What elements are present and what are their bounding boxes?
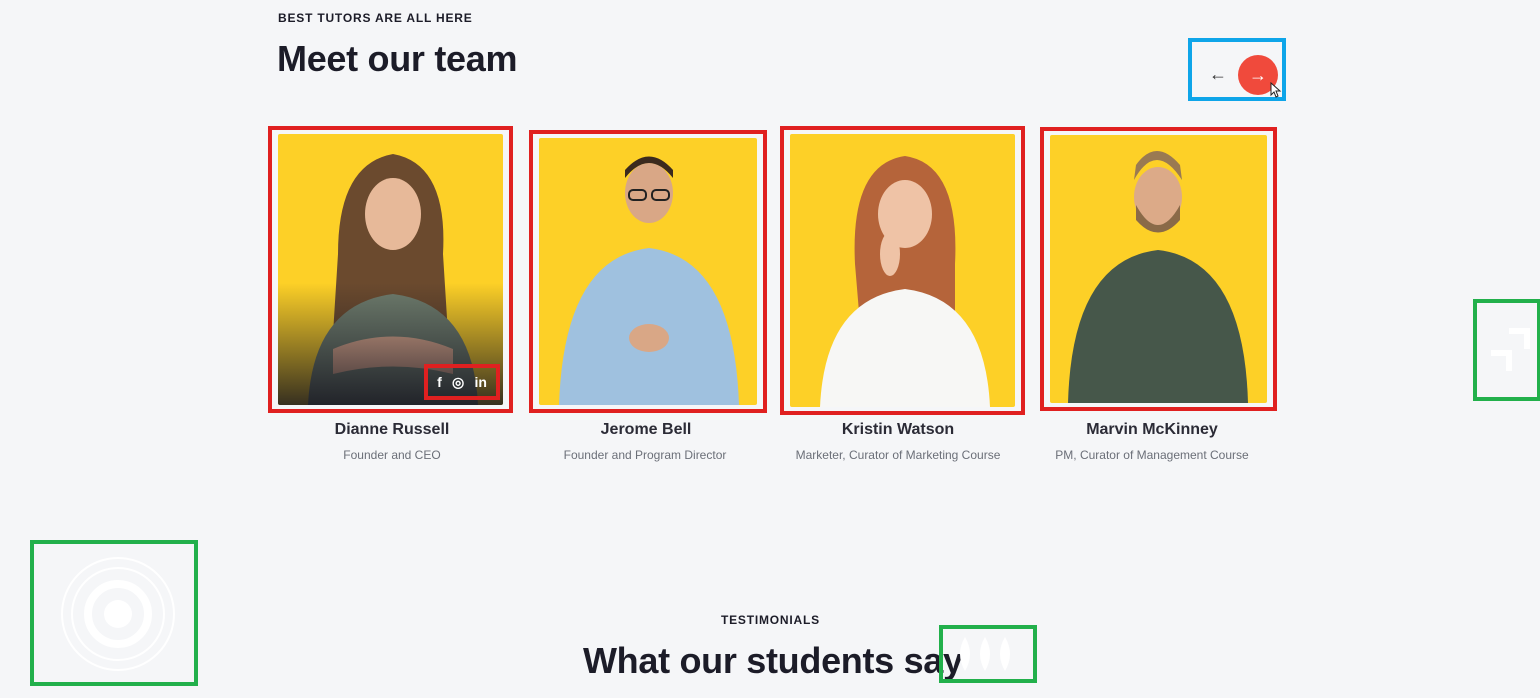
person-photo <box>1068 151 1248 403</box>
person-photo <box>820 156 990 407</box>
team-card-jerome[interactable] <box>529 130 767 413</box>
testimonials-eyebrow: TESTIMONIALS <box>721 613 820 627</box>
member-name: Kristin Watson <box>841 421 955 438</box>
team-title: Meet our team <box>277 38 518 79</box>
team-card-marvin[interactable] <box>1040 127 1277 411</box>
team-photo <box>790 134 1015 407</box>
decor-right-box <box>1473 299 1540 401</box>
decor-left-box <box>30 540 198 686</box>
linkedin-icon[interactable]: in <box>474 375 486 389</box>
decor-quote-box <box>939 625 1037 683</box>
member-role: Marketer, Curator of Marketing Course <box>795 448 1001 462</box>
person-photo <box>559 156 739 405</box>
team-card-dianne[interactable]: f ◎ in <box>268 126 513 413</box>
member-name: Dianne Russell <box>334 421 450 438</box>
social-links: f ◎ in <box>424 364 500 400</box>
testimonials-title: What our students say <box>583 640 963 681</box>
team-eyebrow: BEST TUTORS ARE ALL HERE <box>278 11 473 25</box>
team-card-kristin[interactable] <box>780 126 1025 415</box>
arrow-left-icon[interactable]: ← <box>1206 64 1230 84</box>
team-photo <box>539 138 757 405</box>
concentric-circle-icon <box>61 557 175 671</box>
carousel-nav: ← → <box>1188 38 1286 101</box>
member-name: Marvin McKinney <box>1086 421 1218 438</box>
member-role: Founder and CEO <box>343 448 441 462</box>
member-role: Founder and Program Director <box>563 448 727 462</box>
quote-mark-icon <box>960 637 1010 671</box>
member-role: PM, Curator of Management Course <box>1055 448 1249 462</box>
cursor-icon <box>1270 82 1282 98</box>
instagram-icon[interactable]: ◎ <box>452 375 464 389</box>
team-photo <box>1050 135 1267 403</box>
corner-decoration-icon <box>1491 328 1530 371</box>
facebook-icon[interactable]: f <box>437 375 442 389</box>
member-name: Jerome Bell <box>600 421 692 438</box>
